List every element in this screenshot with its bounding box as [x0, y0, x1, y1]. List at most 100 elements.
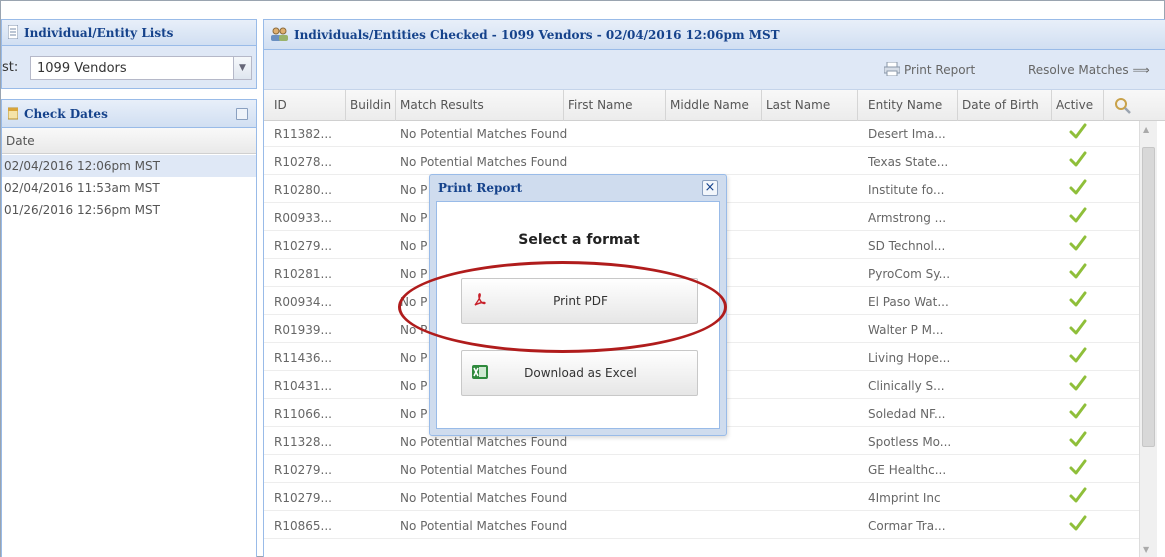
active-check-icon [1068, 345, 1088, 365]
active-check-icon [1068, 205, 1088, 225]
cell-match-results: No P [400, 183, 428, 197]
column-header-last-name[interactable]: Last Name [762, 90, 858, 121]
print-report-label: Print Report [904, 63, 976, 77]
cell-id: R10280... [274, 183, 332, 197]
cell-entity-name: Spotless Mo... [868, 435, 952, 449]
column-header-first-name[interactable]: First Name [564, 90, 666, 121]
list-select-value: 1099 Vendors [37, 61, 127, 76]
dialog-title: Print Report [438, 181, 523, 195]
scroll-up-icon[interactable]: ▲ [1143, 125, 1149, 134]
select-format-heading: Select a format [518, 232, 640, 248]
cell-match-results: No P [400, 211, 428, 225]
column-header-match-results[interactable]: Match Results [396, 90, 564, 121]
entity-lists-panel: Individual/Entity Lists st: 1099 Vendors… [1, 19, 257, 89]
cell-entity-name: Institute fo... [868, 183, 945, 197]
active-check-icon [1068, 373, 1088, 393]
date-row[interactable]: 01/26/2016 12:56pm MST [2, 199, 256, 221]
active-check-icon [1068, 513, 1088, 533]
cell-match-results: No P [400, 379, 428, 393]
dates-column-header[interactable]: Date [2, 128, 256, 154]
column-header-entity-name[interactable]: Entity Name [864, 90, 958, 121]
print-report-button[interactable]: Print Report [883, 61, 976, 79]
cell-id: R11382... [274, 127, 332, 141]
table-row[interactable]: R10278... No Potential Matches Found Texas… [264, 149, 1139, 175]
cell-entity-name: Living Hope... [868, 351, 951, 365]
cell-entity-name: Texas State... [868, 155, 949, 169]
results-title: Individuals/Entities Checked - 1099 Vend… [294, 28, 780, 42]
grid-scrollbar[interactable]: ▲ ▼ [1139, 121, 1157, 557]
active-check-icon [1068, 233, 1088, 253]
active-check-icon [1068, 289, 1088, 309]
cell-entity-name: 4Imprint Inc [868, 491, 941, 505]
cell-id: R10279... [274, 463, 332, 477]
column-header-date-of-birth[interactable]: Date of Birth [958, 90, 1052, 121]
resolve-matches-button[interactable]: Resolve Matches ⟹ [1028, 61, 1150, 79]
results-toolbar: Print Report Resolve Matches ⟹ [264, 50, 1165, 90]
column-header-building[interactable]: Buildin [346, 90, 396, 121]
date-row[interactable]: 02/04/2016 12:06pm MST [2, 155, 256, 177]
cell-entity-name: Soledad NF... [868, 407, 946, 421]
column-header-id[interactable]: ID [270, 90, 346, 121]
cell-entity-name: Desert Ima... [868, 127, 946, 141]
active-check-icon [1068, 401, 1088, 421]
active-check-icon [1068, 317, 1088, 337]
list-icon [8, 25, 18, 39]
active-check-icon [1068, 429, 1088, 449]
table-row[interactable]: R10279... No Potential Matches Found GE He… [264, 457, 1139, 483]
active-check-icon [1068, 485, 1088, 505]
left-column: Individual/Entity Lists st: 1099 Vendors… [1, 13, 257, 557]
cell-entity-name: Walter P M... [868, 323, 944, 337]
table-row[interactable]: R10865... No Potential Matches Found Corma… [264, 513, 1139, 539]
cell-match-results: No Potential Matches Found [400, 519, 568, 533]
active-check-icon [1068, 177, 1088, 197]
collapse-icon[interactable] [236, 108, 248, 120]
cell-match-results: No P [400, 295, 428, 309]
cell-match-results: No P [400, 323, 428, 337]
cell-match-results: No Potential Matches Found [400, 491, 568, 505]
cell-id: R00933... [274, 211, 332, 225]
cell-id: R00934... [274, 295, 332, 309]
cell-match-results: No Potential Matches Found [400, 127, 568, 141]
cell-match-results: No Potential Matches Found [400, 463, 568, 477]
print-report-dialog: Print Report × Select a format Print PDF… [429, 174, 727, 436]
scroll-thumb[interactable] [1142, 147, 1155, 447]
list-label: st: [2, 60, 19, 75]
cell-entity-name: GE Healthc... [868, 463, 947, 477]
printer-icon [883, 61, 901, 77]
check-dates-title: Check Dates [24, 107, 108, 121]
list-select-row: st: 1099 Vendors ▼ [2, 52, 258, 84]
print-pdf-button[interactable]: Print PDF [461, 278, 698, 324]
close-icon[interactable]: × [702, 180, 718, 196]
cell-id: R01939... [274, 323, 332, 337]
date-row[interactable]: 02/04/2016 11:53am MST [2, 177, 256, 199]
check-dates-panel: Check Dates Date 02/04/2016 12:06pm MST … [1, 99, 257, 557]
results-header: Individuals/Entities Checked - 1099 Vend… [264, 20, 1165, 50]
chevron-down-icon[interactable]: ▼ [233, 57, 251, 79]
cell-id: R10431... [274, 379, 332, 393]
search-icon[interactable] [1114, 97, 1132, 115]
column-header-middle-name[interactable]: Middle Name [666, 90, 762, 121]
cell-match-results: No P [400, 267, 428, 281]
cell-match-results: No Potential Matches Found [400, 155, 568, 169]
cell-entity-name: PyroCom Sy... [868, 267, 951, 281]
cell-id: R10281... [274, 267, 332, 281]
calendar-icon [8, 107, 18, 120]
cell-id: R10279... [274, 239, 332, 253]
cell-entity-name: Clinically S... [868, 379, 945, 393]
active-check-icon [1068, 261, 1088, 281]
column-header-active[interactable]: Active [1052, 90, 1104, 121]
download-excel-label: Download as Excel [524, 366, 637, 380]
table-row[interactable]: R11382... No Potential Matches Found Deser… [264, 121, 1139, 147]
list-select[interactable]: 1099 Vendors ▼ [30, 56, 252, 80]
active-check-icon [1068, 121, 1088, 141]
cell-id: R11436... [274, 351, 332, 365]
cell-id: R10865... [274, 519, 332, 533]
app-window: Individual/Entity Lists st: 1099 Vendors… [0, 0, 1165, 557]
people-icon [271, 27, 288, 41]
cell-entity-name: El Paso Wat... [868, 295, 949, 309]
cell-match-results: No P [400, 407, 428, 421]
download-excel-button[interactable]: Download as Excel [461, 350, 698, 396]
print-pdf-label: Print PDF [553, 294, 608, 308]
table-row[interactable]: R10279... No Potential Matches Found 4Impr… [264, 485, 1139, 511]
scroll-down-icon[interactable]: ▼ [1143, 545, 1149, 554]
